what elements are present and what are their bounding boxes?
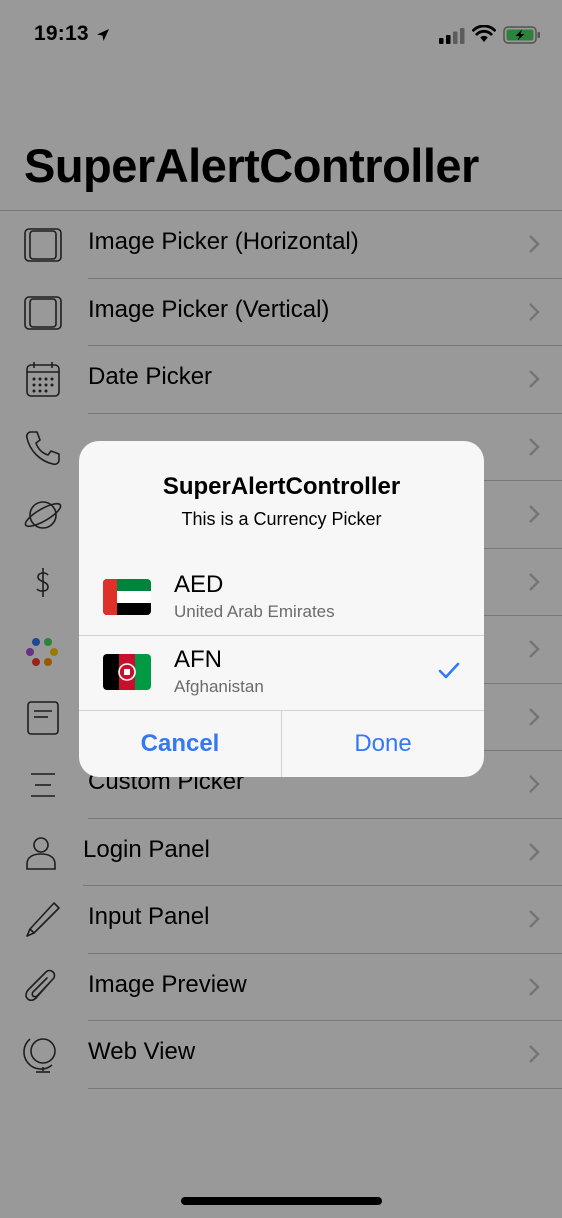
afghanistan-flag-icon bbox=[103, 654, 151, 690]
alert-title: SuperAlertController bbox=[162, 473, 401, 500]
cancel-button[interactable]: Cancel bbox=[79, 711, 281, 777]
currency-picker-alert: SuperAlertController This is a Currency … bbox=[79, 441, 484, 777]
currency-code: AFN bbox=[174, 646, 222, 673]
currency-row-afn[interactable]: AFN Afghanistan bbox=[79, 636, 484, 711]
uae-flag-icon bbox=[103, 579, 151, 615]
checkmark-icon bbox=[438, 662, 460, 685]
alert-message: This is a Currency Picker bbox=[181, 509, 382, 529]
done-button[interactable]: Done bbox=[282, 711, 484, 777]
currency-country: United Arab Emirates bbox=[174, 602, 335, 621]
currency-code: AED bbox=[174, 571, 224, 598]
currency-row-aed[interactable]: AED United Arab Emirates bbox=[79, 561, 484, 636]
currency-country: Afghanistan bbox=[174, 677, 264, 696]
